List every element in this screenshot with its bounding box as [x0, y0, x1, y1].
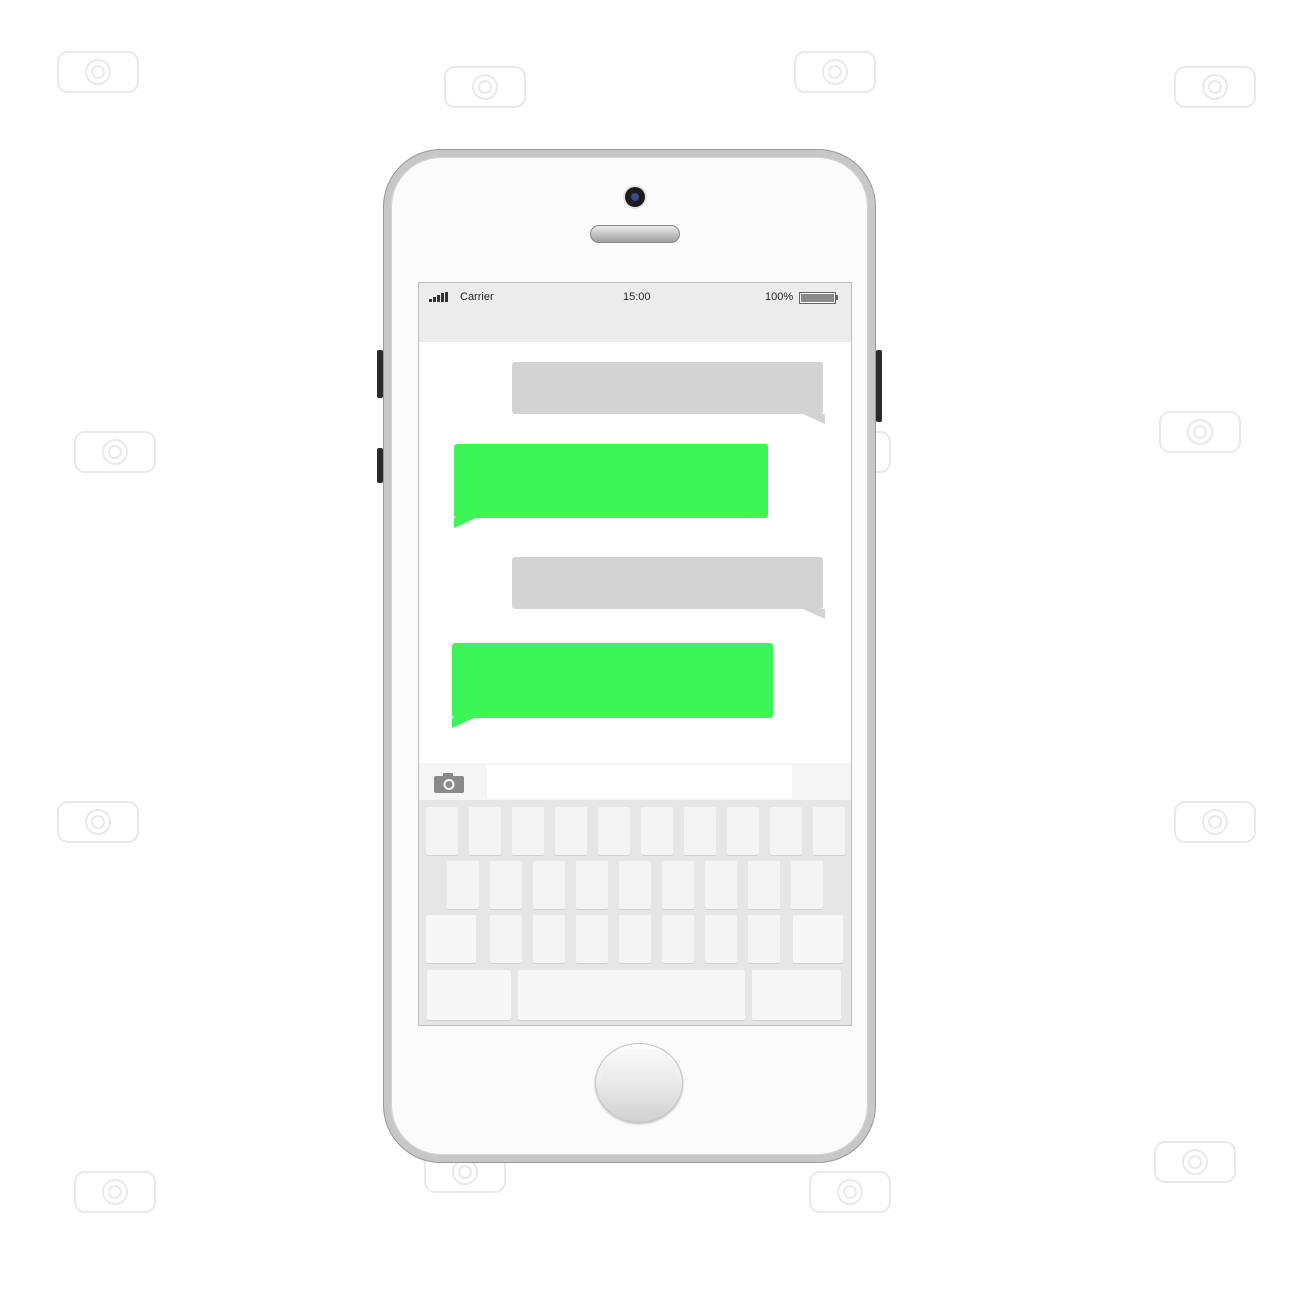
battery-icon — [799, 292, 836, 304]
keyboard-key[interactable] — [813, 807, 845, 855]
backspace-key[interactable] — [793, 915, 843, 963]
outgoing-message-bubble[interactable] — [454, 444, 768, 518]
keyboard-key[interactable] — [576, 861, 608, 909]
camera-icon[interactable] — [433, 772, 465, 794]
keyboard-key[interactable] — [770, 807, 802, 855]
keyboard-key[interactable] — [533, 915, 565, 963]
battery-tip — [836, 295, 838, 300]
camera-watermark-icon — [775, 40, 895, 100]
camera-watermark-icon — [55, 420, 175, 480]
camera-watermark-icon — [1155, 790, 1275, 850]
keyboard-key[interactable] — [705, 915, 737, 963]
keyboard-key[interactable] — [619, 915, 651, 963]
battery-percent: 100% — [765, 291, 794, 303]
volume-button[interactable] — [377, 448, 383, 483]
signal-strength-icon — [429, 292, 453, 302]
keyboard-key[interactable] — [490, 861, 522, 909]
keyboard-key[interactable] — [469, 807, 501, 855]
phone-screen: Carrier 15:00 100% — [418, 282, 852, 1026]
keyboard-key[interactable] — [426, 807, 458, 855]
keyboard-key[interactable] — [619, 861, 651, 909]
outgoing-bubble-tail — [452, 718, 474, 728]
message-composer — [419, 763, 851, 800]
keyboard-key[interactable] — [748, 861, 780, 909]
front-camera — [625, 187, 645, 207]
outgoing-message-bubble[interactable] — [452, 643, 773, 718]
incoming-message-bubble[interactable] — [512, 362, 823, 414]
mute-switch[interactable] — [377, 350, 383, 398]
camera-watermark-icon — [1135, 1130, 1255, 1190]
camera-watermark-icon — [38, 40, 158, 100]
power-button[interactable] — [876, 350, 882, 422]
keyboard-key[interactable] — [727, 807, 759, 855]
space-key[interactable] — [518, 970, 745, 1020]
keyboard-key[interactable] — [512, 807, 544, 855]
keyboard-key[interactable] — [447, 861, 479, 909]
keyboard-key[interactable] — [748, 915, 780, 963]
earpiece-speaker — [590, 225, 680, 243]
outgoing-bubble-tail — [454, 518, 476, 528]
camera-watermark-icon — [38, 790, 158, 850]
keyboard-key[interactable] — [641, 807, 673, 855]
camera-watermark-icon — [1155, 55, 1275, 115]
battery-level-fill — [801, 294, 834, 302]
message-input[interactable] — [487, 765, 792, 798]
camera-watermark-icon — [425, 55, 545, 115]
camera-watermark-icon — [1140, 400, 1260, 460]
carrier-name: Carrier — [460, 291, 494, 303]
keyboard-key[interactable] — [576, 915, 608, 963]
keyboard-key[interactable] — [490, 915, 522, 963]
camera-watermark-icon — [790, 1160, 910, 1220]
incoming-bubble-tail — [803, 414, 825, 424]
keyboard-key[interactable] — [684, 807, 716, 855]
return-key[interactable] — [752, 970, 841, 1020]
keyboard-key[interactable] — [705, 861, 737, 909]
camera-watermark-icon — [55, 1160, 175, 1220]
shift-key[interactable] — [426, 915, 476, 963]
keyboard-key[interactable] — [662, 861, 694, 909]
clock: 15:00 — [623, 291, 651, 303]
keyboard-key[interactable] — [598, 807, 630, 855]
incoming-message-bubble[interactable] — [512, 557, 823, 609]
keyboard-key[interactable] — [555, 807, 587, 855]
status-bar: Carrier 15:00 100% — [419, 283, 851, 342]
onscreen-keyboard — [419, 800, 851, 1025]
home-button[interactable] — [595, 1043, 683, 1123]
keyboard-key[interactable] — [662, 915, 694, 963]
incoming-bubble-tail — [803, 609, 825, 619]
keyboard-key[interactable] — [533, 861, 565, 909]
number-mode-key[interactable] — [427, 970, 511, 1020]
keyboard-key[interactable] — [791, 861, 823, 909]
